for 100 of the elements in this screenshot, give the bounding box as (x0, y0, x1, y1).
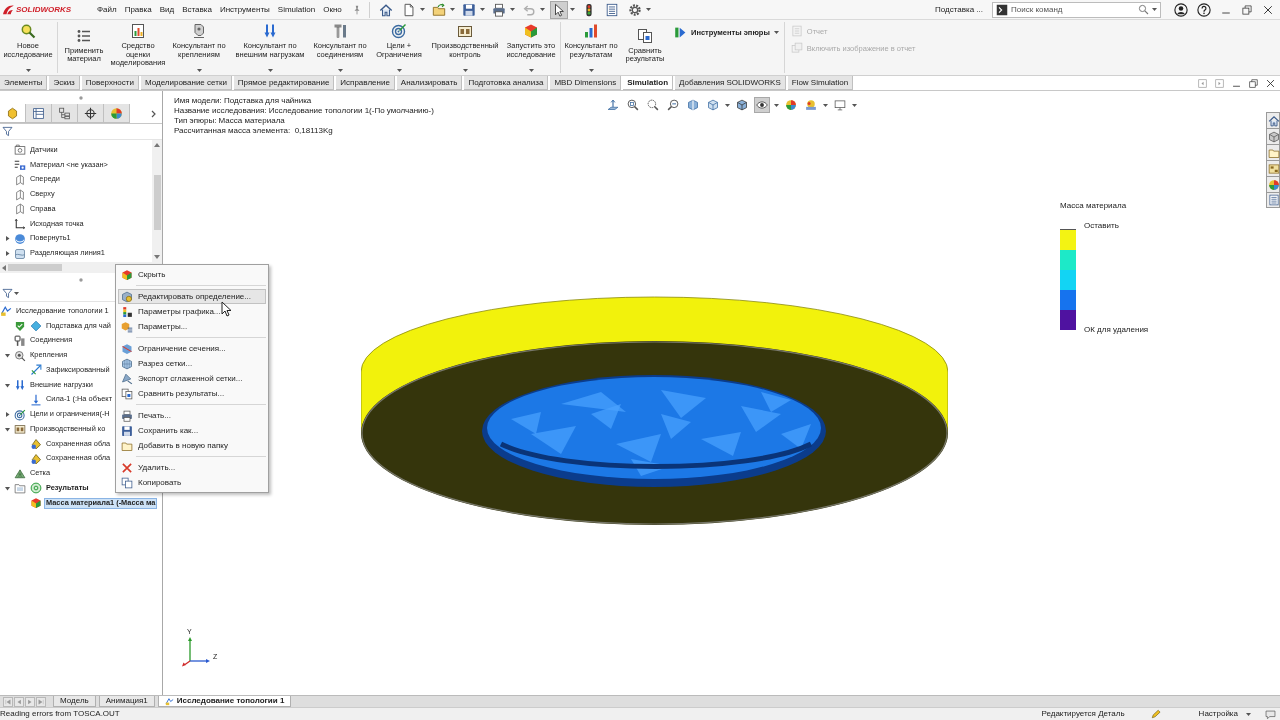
search-input[interactable]: Поиск команд (1011, 3, 1135, 16)
menu-item[interactable]: Разрез сетки... (118, 356, 266, 371)
ribbon-tab[interactable]: Элементы (0, 76, 48, 90)
caret-icon[interactable] (419, 8, 425, 11)
expander-icon[interactable] (4, 426, 10, 432)
expander-icon[interactable] (4, 485, 10, 491)
ribbon-tab[interactable]: Поверхности (81, 76, 139, 90)
caret-icon[interactable] (774, 103, 779, 107)
menu-item[interactable]: Ограничение сечения... (118, 341, 266, 356)
scroll-thumb[interactable] (8, 264, 62, 271)
ribbon-tab[interactable]: Моделирование сетки (140, 76, 232, 90)
search-field[interactable]: Поиск команд (992, 1, 1161, 18)
chat-bubble-icon[interactable] (1265, 708, 1276, 720)
ribbon-tab[interactable]: Эскиз (49, 76, 80, 90)
view-tool-button[interactable] (625, 97, 641, 113)
menu-item[interactable]: Скрыть (118, 267, 266, 282)
ribbon-tab[interactable]: Подготовка анализа (464, 76, 549, 90)
filter-icon[interactable] (2, 288, 13, 299)
scroll-down-icon[interactable] (154, 255, 160, 259)
chevron-right-icon[interactable] (151, 109, 156, 118)
expander-icon[interactable] (4, 382, 10, 388)
task-pane-tab[interactable] (1266, 112, 1280, 128)
caret-icon[interactable] (267, 69, 273, 72)
menu-item[interactable]: Редактировать определение... (118, 289, 266, 304)
filter-icon[interactable] (2, 126, 13, 137)
scroll-up-icon[interactable] (154, 143, 160, 147)
view-tool-button[interactable] (665, 97, 681, 113)
view-tool-button[interactable] (705, 97, 721, 113)
menu-item[interactable]: Файл (93, 4, 121, 15)
ribbon-tab[interactable]: Исправление (336, 76, 395, 90)
caret-icon[interactable] (588, 69, 594, 72)
units-button[interactable]: Настройка (1198, 709, 1238, 719)
view-tool-button[interactable] (645, 97, 661, 113)
expander-icon[interactable] (4, 353, 10, 359)
task-pane-tab[interactable] (1266, 128, 1280, 144)
menu-item[interactable]: Параметры графика... (118, 304, 266, 319)
menu-item[interactable]: Сравнить результаты... (118, 386, 266, 401)
ribbon-tab[interactable]: Добавления SOLIDWORKS (675, 76, 786, 90)
caret-icon[interactable] (337, 69, 343, 72)
expander-icon[interactable] (4, 251, 10, 257)
view-tool-button[interactable] (783, 97, 799, 113)
ribbon-tab[interactable]: Прямое редактирование (233, 76, 335, 90)
vertical-scrollbar[interactable] (152, 140, 162, 262)
caret-icon[interactable] (479, 8, 485, 11)
menu-item[interactable]: Копировать (118, 475, 266, 490)
scroll-left-icon[interactable] (2, 264, 6, 271)
ribbon-tab[interactable]: Simulation (623, 76, 674, 90)
caret-icon[interactable] (509, 8, 515, 11)
pencil-icon[interactable] (1150, 709, 1161, 719)
menu-item[interactable]: Инструменты (215, 4, 274, 15)
caret-icon[interactable] (569, 8, 575, 11)
view-tool-button[interactable] (754, 97, 770, 113)
panel-tab[interactable] (26, 104, 52, 123)
caret-icon[interactable] (25, 69, 31, 72)
caret-icon[interactable] (823, 103, 828, 107)
view-tool-button[interactable] (803, 97, 819, 113)
expander-icon[interactable] (4, 236, 10, 242)
menu-item[interactable]: Параметры... (118, 319, 266, 334)
search-icon[interactable] (1138, 4, 1149, 15)
view-tool-button[interactable] (685, 97, 701, 113)
ribbon-tab[interactable]: MBD Dimensions (550, 76, 622, 90)
caret-icon[interactable] (725, 103, 730, 107)
menu-item[interactable]: Экспорт сглаженной сетки... (118, 371, 266, 386)
caret-icon[interactable] (1152, 8, 1157, 11)
menu-item[interactable]: Добавить в новую папку (118, 438, 266, 453)
grip-icon[interactable] (79, 95, 83, 100)
caret-icon[interactable] (14, 292, 19, 295)
menu-item[interactable]: Окно (319, 4, 346, 15)
close-icon[interactable] (1262, 3, 1274, 16)
caret-icon[interactable] (1246, 712, 1251, 716)
view-tool-button[interactable] (605, 97, 621, 113)
expander-icon[interactable] (4, 412, 10, 418)
caret-icon[interactable] (449, 8, 455, 11)
menu-item[interactable]: Вид (155, 4, 179, 15)
help-icon[interactable] (1197, 2, 1211, 17)
ribbon-tab[interactable]: Flow Simulation (787, 76, 854, 90)
task-pane-tab[interactable] (1266, 144, 1280, 160)
panel-tab[interactable] (78, 104, 104, 123)
task-pane-tab[interactable] (1266, 160, 1280, 176)
menu-item[interactable]: Вставка (178, 4, 216, 15)
view-tool-button[interactable] (832, 97, 848, 113)
menu-item[interactable]: Правка (120, 4, 156, 15)
ribbon-tab[interactable]: Анализировать (396, 76, 463, 90)
restore-icon[interactable] (1241, 3, 1253, 16)
task-pane-tab[interactable] (1266, 176, 1280, 192)
menu-item[interactable]: Удалить... (118, 460, 266, 475)
grip-icon[interactable] (79, 277, 83, 282)
task-pane-tab[interactable] (1266, 192, 1280, 208)
caret-icon[interactable] (396, 69, 402, 72)
scroll-thumb[interactable] (153, 175, 161, 230)
user-icon[interactable] (1174, 2, 1188, 17)
caret-icon[interactable] (528, 69, 534, 72)
view-tool-button[interactable] (734, 97, 750, 113)
menu-item[interactable]: Simulation (273, 4, 320, 15)
cursor-arrow-button[interactable] (549, 0, 568, 19)
caret-icon[interactable] (852, 103, 857, 107)
caret-icon[interactable] (196, 69, 202, 72)
menu-item[interactable]: Печать... (118, 408, 266, 423)
caret-icon[interactable] (773, 31, 779, 34)
caret-icon[interactable] (645, 8, 651, 11)
